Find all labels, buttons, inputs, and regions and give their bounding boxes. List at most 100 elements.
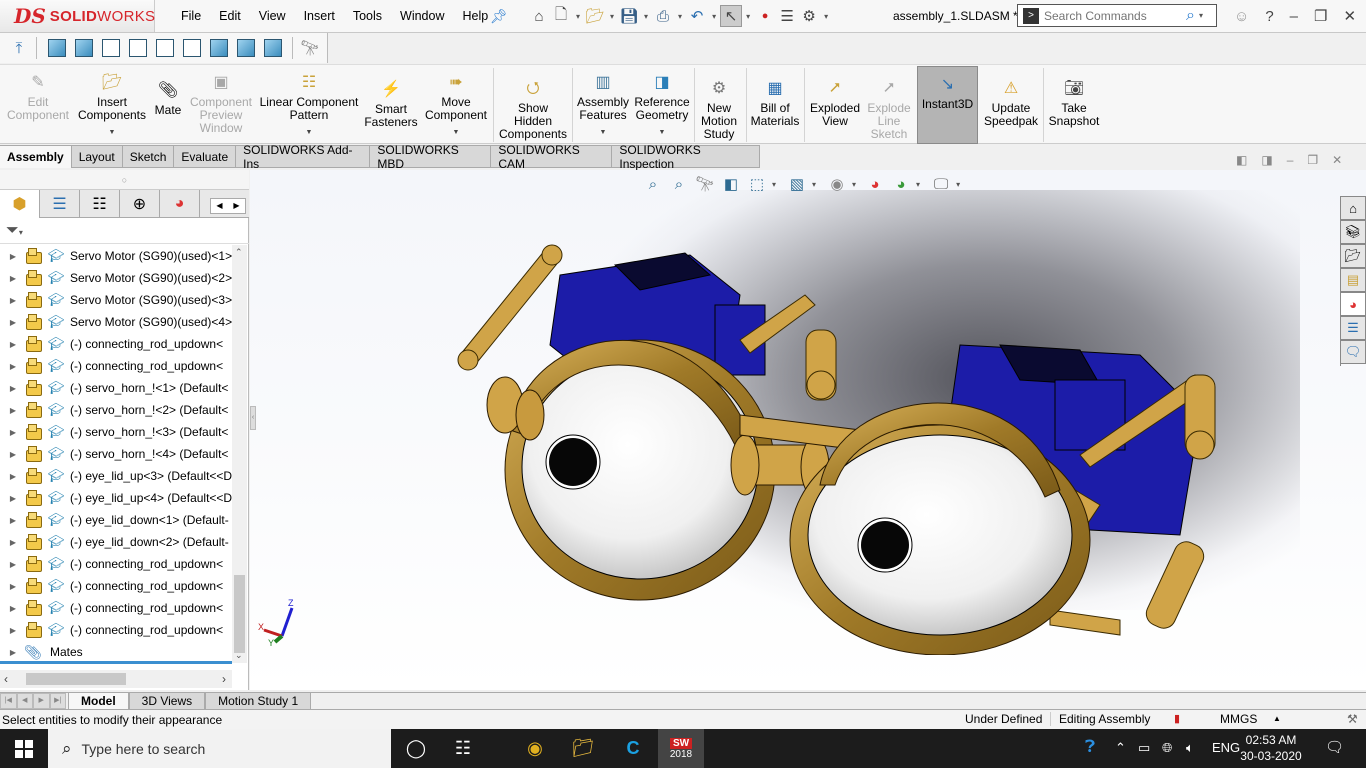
undo-icon[interactable]: ↶ (686, 5, 708, 27)
tree-item[interactable]: ▶ 🎓︎ Servo Motor (SG90)(used)<3> (0, 289, 232, 311)
filter-icon[interactable]: ⏷▾ (0, 219, 249, 244)
view-selector-telescope-icon[interactable]: 🔭︎ (299, 37, 321, 59)
tree-item[interactable]: ▶ 🎓︎ (-) servo_horn_!<4> (Default< (0, 443, 232, 465)
view-settings-dropdown[interactable]: ▾ (956, 180, 960, 189)
tab-solidworks-inspection[interactable]: SOLIDWORKS Inspection (612, 143, 760, 171)
component-preview-window-button[interactable]: ▣ Component Preview Window (188, 65, 254, 145)
update-speedpak-button[interactable]: ⚠ Update Speedpak (982, 65, 1040, 145)
displaymanager-tab-icon[interactable]: ◕ (160, 190, 200, 218)
back-view-icon[interactable] (74, 39, 93, 57)
scroll-down-arrow[interactable]: ⌄ (235, 650, 243, 661)
tab-solidworks-cam[interactable]: SOLIDWORKS CAM (491, 143, 613, 171)
new-dropdown-arrow[interactable]: ▾ (576, 12, 580, 21)
prev-tab-arrow[interactable]: ◀ (16, 693, 33, 709)
tree-item-mates[interactable]: ▶ 📎︎ Mates (0, 641, 232, 663)
select-dropdown-arrow[interactable]: ▾ (746, 12, 750, 21)
doc-restore-icon[interactable]: ❐ (1307, 153, 1318, 167)
hide-show-dropdown[interactable]: ▾ (852, 180, 856, 189)
rebuild-status-icon[interactable]: ▮ (1174, 712, 1180, 725)
right-view-icon[interactable] (128, 39, 147, 57)
exploded-view-button[interactable]: ⭧ Exploded View (807, 65, 863, 145)
tile-right-icon[interactable]: ◨ (1261, 153, 1272, 167)
insert-components-button[interactable]: 📂︎ Insert Components ▼ (76, 65, 148, 145)
expand-arrow-icon[interactable]: ▶ (0, 428, 20, 437)
search-dropdown-arrow[interactable]: ▾ (1199, 11, 1203, 20)
user-icon[interactable]: ☺ (1234, 8, 1249, 25)
network-globe-icon[interactable]: 🌐︎ (1162, 740, 1172, 756)
tab-assembly[interactable]: Assembly (0, 145, 72, 168)
featuremanager-tab-icon[interactable]: ⬢ (0, 190, 40, 218)
rollback-bar[interactable] (0, 661, 232, 664)
scrollbar-thumb[interactable] (26, 673, 126, 685)
expand-arrow-icon[interactable]: ▶ (0, 626, 20, 635)
appearances-scenes-icon[interactable]: ◕ (1341, 292, 1366, 316)
expand-arrow-icon[interactable]: ▶ (0, 384, 20, 393)
zoom-to-area-icon[interactable]: ⌕ (668, 173, 690, 195)
action-center-icon[interactable]: 🗨︎ (1325, 738, 1344, 756)
expand-arrow-icon[interactable]: ▶ (0, 472, 20, 481)
rebuild-traffic-light-icon[interactable]: ● (754, 5, 776, 27)
linear-component-pattern-button[interactable]: ☷ Linear Component Pattern ▼ (256, 65, 362, 145)
design-library-icon[interactable]: 📚︎ (1341, 220, 1366, 244)
task-view-icon[interactable]: ☷ (440, 729, 486, 768)
custom-properties-icon[interactable]: ☰ (1341, 316, 1366, 340)
previous-view-icon[interactable]: 🔭︎ (694, 173, 716, 195)
tree-item[interactable]: ▶ 🎓︎ (-) servo_horn_!<3> (Default< (0, 421, 232, 443)
expand-arrow-icon[interactable]: ▶ (0, 582, 20, 591)
save-icon[interactable]: 💾︎ (618, 5, 640, 27)
help-icon[interactable]: ? (1265, 8, 1273, 25)
expand-arrow-icon[interactable]: ▶ (0, 560, 20, 569)
dimetric-view-icon[interactable] (263, 39, 282, 57)
zoom-to-fit-icon[interactable]: ⌕ (642, 173, 664, 195)
apply-scene-icon[interactable]: ◕ (890, 173, 912, 195)
customize-status-icon[interactable]: ⚒ (1347, 712, 1358, 726)
expand-arrow-icon[interactable]: ▶ (0, 296, 20, 305)
tree-item[interactable]: ▶ 🎓︎ Servo Motor (SG90)(used)<2> (0, 267, 232, 289)
options-dropdown-arrow[interactable]: ▾ (824, 12, 828, 21)
help-tray-icon[interactable]: ❓︎ (1085, 737, 1095, 757)
menu-edit[interactable]: Edit (219, 9, 241, 23)
edit-component-button[interactable]: ✎ Edit Component (4, 65, 72, 145)
scrollbar-thumb[interactable] (234, 575, 245, 653)
expand-arrow-icon[interactable]: ▶ (0, 494, 20, 503)
show-hidden-components-button[interactable]: ⭯ Show Hidden Components (496, 65, 570, 145)
reference-geometry-dropdown-arrow[interactable]: ▼ (659, 126, 666, 139)
expand-arrow-icon[interactable]: ▶ (0, 252, 20, 261)
view-orientation-icon[interactable]: ⬚ (746, 173, 768, 195)
expand-arrow-icon[interactable]: ▶ (0, 648, 20, 657)
mate-button[interactable]: 📎︎ Mate (150, 65, 186, 145)
insert-components-dropdown-arrow[interactable]: ▼ (109, 126, 116, 139)
panel-collapse-handle[interactable]: ‹ (250, 406, 256, 430)
tree-item[interactable]: ▶ 🎓︎ Servo Motor (SG90)(used)<1> (0, 245, 232, 267)
front-view-icon[interactable] (47, 39, 66, 57)
search-commands-input[interactable] (1044, 8, 1184, 23)
menu-view[interactable]: View (259, 9, 286, 23)
expand-arrow-icon[interactable]: ▶ (0, 274, 20, 283)
display-style-icon[interactable]: ▧ (786, 173, 808, 195)
new-motion-study-button[interactable]: ⚙ New Motion Study (697, 65, 741, 145)
tree-item[interactable]: ▶ 🎓︎ (-) eye_lid_down<2> (Default- (0, 531, 232, 553)
section-view-icon[interactable]: ◧ (720, 173, 742, 195)
file-explorer-icon[interactable]: 📁︎ (560, 729, 606, 768)
bill-of-materials-button[interactable]: ▦ Bill of Materials (749, 65, 801, 145)
first-tab-arrow[interactable]: |◀ (0, 693, 17, 709)
tab-solidworks-add-ins[interactable]: SOLIDWORKS Add-Ins (236, 143, 371, 171)
solidworks-logo[interactable]: DS SOLIDWORKS (0, 0, 155, 32)
panel-resize-grip[interactable]: ○ (0, 170, 249, 190)
unit-system[interactable]: MMGS (1220, 712, 1257, 726)
tree-item[interactable]: ▶ 🎓︎ (-) connecting_rod_updown< (0, 597, 232, 619)
menu-tools[interactable]: Tools (353, 9, 382, 23)
scroll-left-arrow[interactable]: ◀ (211, 199, 228, 213)
tree-item[interactable]: ▶ 🎓︎ (-) connecting_rod_updown< (0, 553, 232, 575)
pin-icon[interactable]: 📌︎ (490, 8, 508, 25)
normal-to-icon[interactable]: ⤒ (8, 37, 30, 59)
pattern-dropdown-arrow[interactable]: ▼ (306, 126, 313, 139)
search-icon[interactable]: ⌕ (1186, 7, 1195, 25)
tree-item[interactable]: ▶ 🎓︎ (-) eye_lid_down<1> (Default- (0, 509, 232, 531)
eye-mechanism-model[interactable] (440, 235, 1230, 655)
assembly-features-dropdown-arrow[interactable]: ▼ (600, 126, 607, 139)
unit-system-dropdown-arrow[interactable]: ▲ (1273, 714, 1281, 723)
tree-item[interactable]: ▶ 🎓︎ (-) connecting_rod_updown< (0, 575, 232, 597)
search-commands-box[interactable]: > ⌕ ▾ (1017, 4, 1217, 27)
next-tab-arrow[interactable]: ▶ (33, 693, 50, 709)
